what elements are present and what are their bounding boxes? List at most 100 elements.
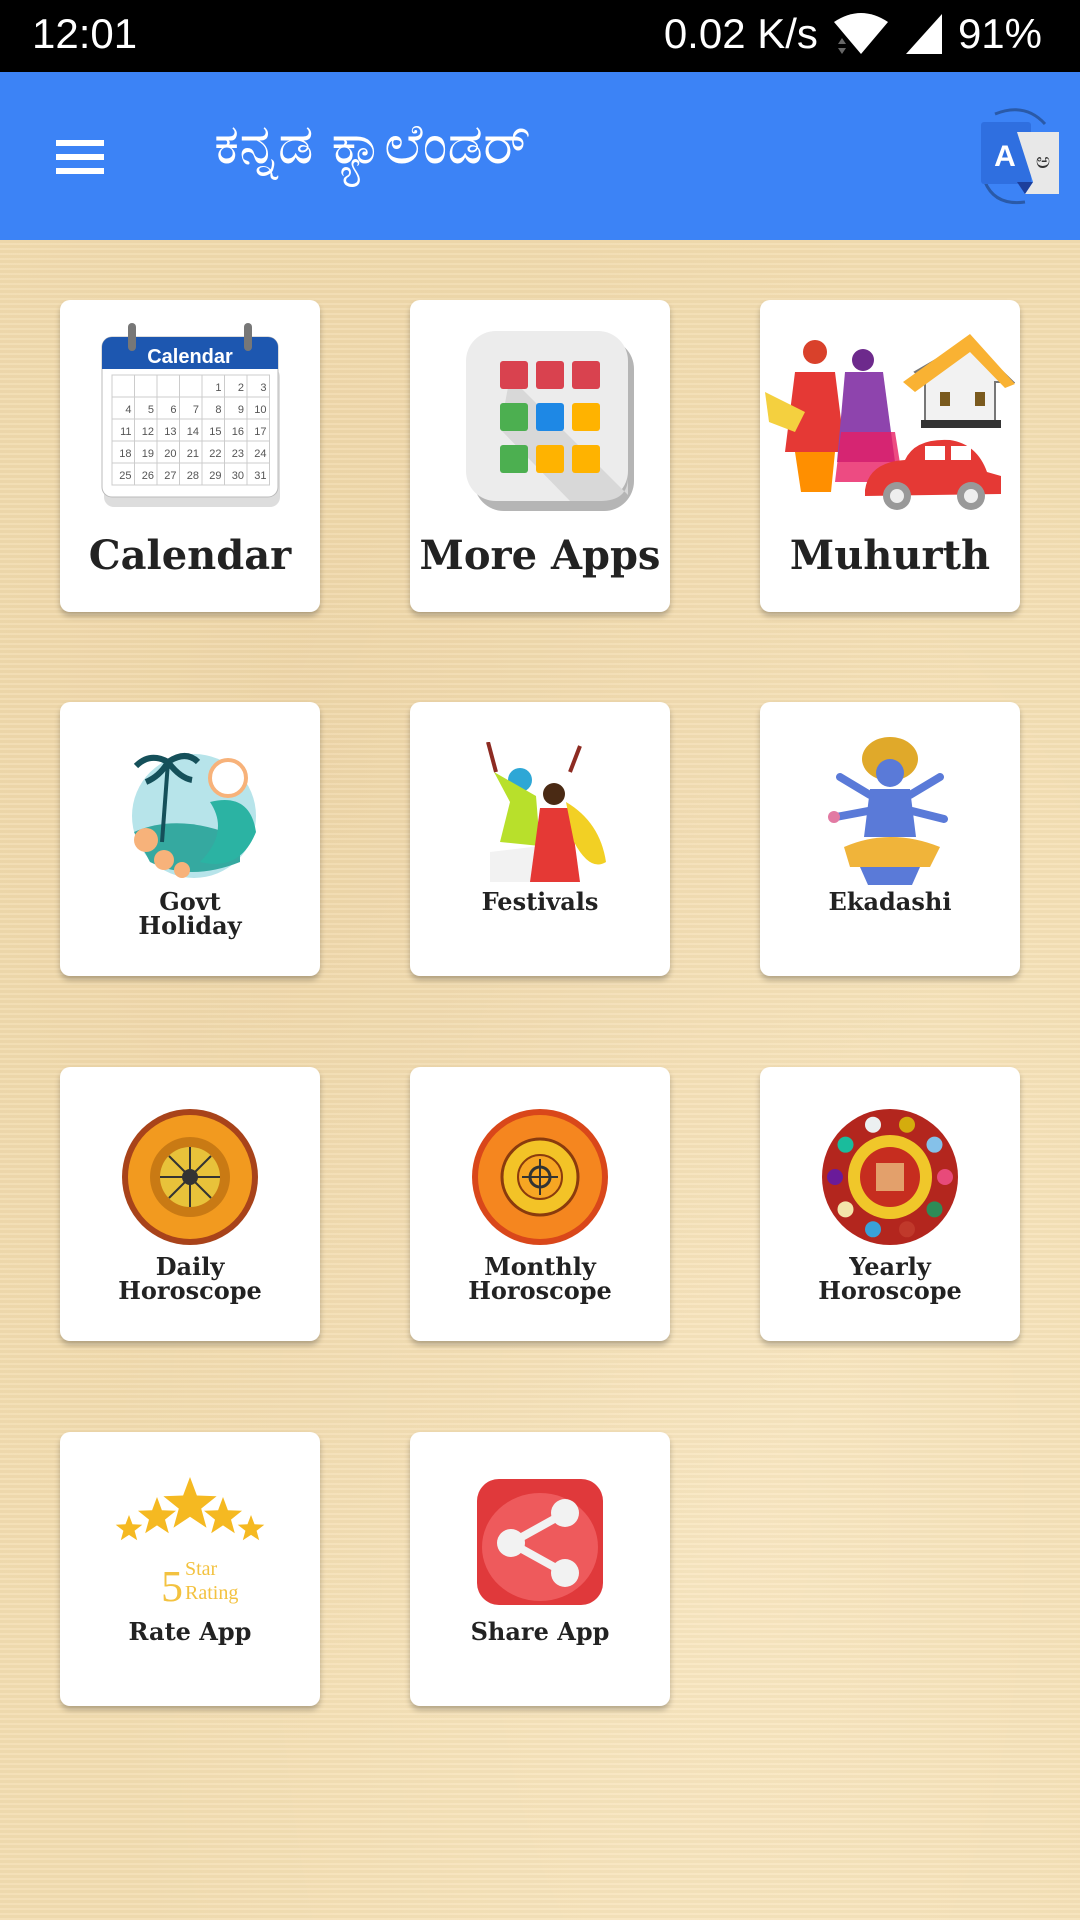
calendar-day: 18 xyxy=(119,448,131,460)
calendar-day: 25 xyxy=(119,470,131,482)
tile-label: Rate App xyxy=(128,1617,252,1646)
network-speed: 0.02 K/s xyxy=(663,10,818,57)
hamburger-menu-icon[interactable] xyxy=(48,128,112,184)
calendar-day: 31 xyxy=(254,470,266,482)
calendar-day: 26 xyxy=(142,470,154,482)
battery-percent: 91% xyxy=(957,10,1042,57)
calendar-day: 9 xyxy=(238,404,244,416)
rating-word-rating: Rating xyxy=(185,1582,238,1604)
star-icon xyxy=(237,1515,265,1541)
calendar-day: 7 xyxy=(193,404,199,416)
share-icon xyxy=(465,1472,615,1612)
beach-holiday-icon xyxy=(115,742,265,882)
gem-icon xyxy=(837,1201,854,1218)
gem-icon xyxy=(865,1221,882,1238)
zodiac-wheel-icon xyxy=(465,1107,615,1247)
zodiac-wheel-icon xyxy=(115,1107,265,1247)
gem-icon xyxy=(837,1136,854,1153)
tile-label: Share App xyxy=(470,1617,610,1646)
calendar-day: 8 xyxy=(215,404,221,416)
calendar-day: 14 xyxy=(187,426,199,438)
gem-icon xyxy=(926,1136,943,1153)
star-icon xyxy=(115,1515,143,1541)
rating-number: 5 xyxy=(161,1562,183,1607)
gem-icon xyxy=(827,1169,843,1185)
tile-label-line2: Horoscope xyxy=(468,1276,612,1305)
calendar-day: 27 xyxy=(164,470,176,482)
calendar-day: 5 xyxy=(148,404,154,416)
tile-calendar[interactable]: Calendar 1 2 3 4 5 6 7 8 9 10 11 12 13 14 15 16 17 18 19 20… xyxy=(60,300,320,612)
five-star-rating-icon: 5 Star Rating xyxy=(115,1472,265,1612)
tile-share-app[interactable]: Share App xyxy=(410,1432,670,1706)
calendar-day: 2 xyxy=(238,382,244,394)
calendar-day: 13 xyxy=(164,426,176,438)
star-icon xyxy=(204,1497,242,1534)
gem-icon xyxy=(898,1221,915,1238)
calendar-day: 22 xyxy=(209,448,221,460)
rating-word-star: Star xyxy=(185,1558,218,1580)
tile-label: Govt Holiday xyxy=(138,890,241,938)
tile-ekadashi[interactable]: Ekadashi xyxy=(760,702,1020,976)
calendar-day: 16 xyxy=(232,426,244,438)
calendar-icon: Calendar 1 2 3 4 5 6 7 8 9 10 11 12 13 14 15 16 17 18 19 20… xyxy=(90,312,290,522)
tile-daily-horoscope[interactable]: Daily Horoscope xyxy=(60,1067,320,1341)
calendar-day: 30 xyxy=(232,470,244,482)
tile-monthly-horoscope[interactable]: Monthly Horoscope xyxy=(410,1067,670,1341)
calendar-day: 29 xyxy=(209,470,221,482)
status-icons: 0.02 K/s 91% xyxy=(664,10,1042,58)
star-icon xyxy=(163,1477,217,1528)
calendar-day: 10 xyxy=(254,404,266,416)
status-bar: 12:01 0.02 K/s 91% xyxy=(0,0,1080,72)
tile-label: Festivals xyxy=(481,887,599,916)
tile-label: Daily Horoscope xyxy=(118,1255,262,1303)
calendar-day: 21 xyxy=(187,448,199,460)
gem-icon xyxy=(926,1201,943,1218)
tile-label: Muhurth xyxy=(789,532,991,579)
calendar-day: 19 xyxy=(142,448,154,460)
tile-more-apps[interactable]: More Apps xyxy=(410,300,670,612)
calendar-day: 6 xyxy=(170,404,176,416)
tile-label: Ekadashi xyxy=(828,887,952,916)
star-icon xyxy=(138,1497,176,1534)
wifi-icon xyxy=(833,13,888,54)
dancing-couple-icon xyxy=(465,742,615,882)
calendar-day: 24 xyxy=(254,448,266,460)
calendar-day: 28 xyxy=(187,470,199,482)
tile-label: Calendar xyxy=(88,532,292,579)
calendar-day: 17 xyxy=(254,426,266,438)
tile-label: Yearly Horoscope xyxy=(818,1255,962,1303)
calendar-day: 15 xyxy=(209,426,221,438)
clock: 12:01 xyxy=(32,10,138,57)
calendar-day: 4 xyxy=(125,404,131,416)
calendar-day: 23 xyxy=(232,448,244,460)
tile-rate-app[interactable]: 5 Star Rating Rate App xyxy=(60,1432,320,1706)
tile-label-line2: Horoscope xyxy=(118,1276,262,1305)
svg-text:ಅ: ಅ xyxy=(1036,149,1051,174)
tile-govt-holiday[interactable]: Govt Holiday xyxy=(60,702,320,976)
app-bar: ಕನ್ನಡ ಕ್ಯಾಲೆಂಡರ್ A ಅ xyxy=(0,72,1080,240)
translate-icon[interactable]: A ಅ xyxy=(965,102,1065,210)
app-grid-icon xyxy=(430,312,650,522)
app-title: ಕನ್ನಡ ಕ್ಯಾಲೆಂಡರ್ xyxy=(214,112,531,177)
calendar-day: 1 xyxy=(215,382,221,394)
tile-festivals[interactable]: Festivals xyxy=(410,702,670,976)
calendar-icon-title: Calendar xyxy=(147,346,233,368)
gemstone-wheel-icon xyxy=(815,1107,965,1247)
svg-text:A: A xyxy=(994,140,1016,173)
gem-icon xyxy=(937,1169,953,1185)
tile-label: More Apps xyxy=(419,532,661,579)
tile-label: Monthly Horoscope xyxy=(468,1255,612,1303)
calendar-day: 12 xyxy=(142,426,154,438)
gem-icon xyxy=(898,1116,915,1133)
gem-icon xyxy=(865,1116,882,1133)
calendar-day: 11 xyxy=(120,426,131,438)
signal-icon xyxy=(905,14,942,54)
tile-muhurth[interactable]: Muhurth xyxy=(760,300,1020,612)
calendar-day: 3 xyxy=(260,382,266,394)
tile-yearly-horoscope[interactable]: Yearly Horoscope xyxy=(760,1067,1020,1341)
vishnu-icon xyxy=(815,737,965,885)
wedding-house-car-icon xyxy=(765,312,1015,522)
calendar-day: 20 xyxy=(164,448,176,460)
tile-label-line2: Horoscope xyxy=(818,1276,962,1305)
tile-label-line2: Holiday xyxy=(138,911,242,940)
